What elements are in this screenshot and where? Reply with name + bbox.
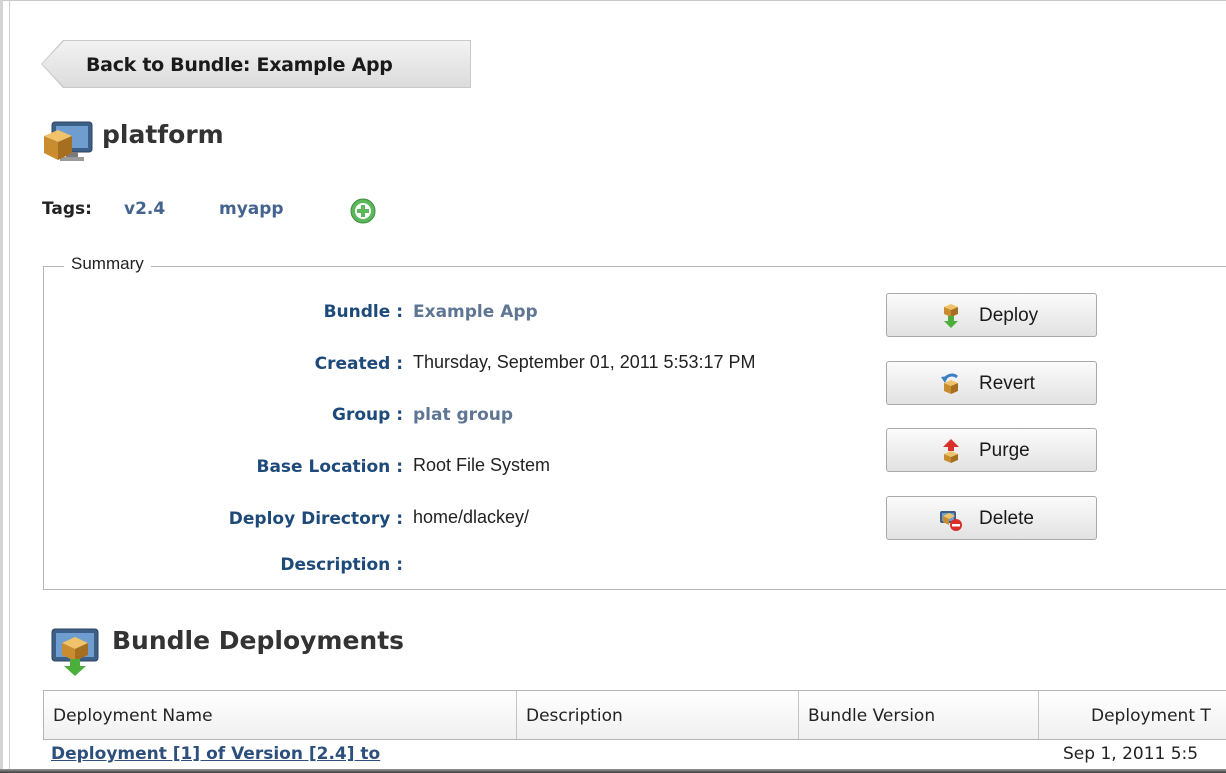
- deploy-directory-label: Deploy Directory :: [228, 509, 403, 529]
- bundle-destination-icon: [44, 121, 93, 161]
- group-label: Group :: [331, 405, 403, 425]
- created-value: Thursday, September 01, 2011 5:53:17 PM: [413, 352, 756, 372]
- deploy-icon: [944, 304, 958, 328]
- back-button-label: Back to Bundle: Example App: [86, 54, 393, 76]
- description-label: Description :: [280, 555, 403, 575]
- column-header-bundle-version[interactable]: Bundle Version: [799, 691, 1039, 739]
- revert-icon: [941, 373, 959, 394]
- delete-icon: [940, 511, 962, 531]
- created-label: Created :: [314, 354, 403, 374]
- tag-item[interactable]: v2.4: [124, 199, 165, 219]
- deploy-directory-value: home/dlackey/: [413, 507, 530, 527]
- deployment-time-cell: Sep 1, 2011 5:5: [1063, 744, 1199, 764]
- bundle-value-link[interactable]: Example App: [413, 302, 538, 322]
- deploy-button-label: Deploy: [979, 305, 1039, 326]
- column-header-deployment-name[interactable]: Deployment Name: [44, 691, 517, 739]
- tags-label: Tags:: [42, 199, 92, 219]
- bottom-shadow: [0, 769, 1226, 773]
- purge-button[interactable]: Purge: [886, 428, 1097, 472]
- deploy-button[interactable]: Deploy: [886, 293, 1097, 337]
- back-to-bundle-button[interactable]: Back to Bundle: Example App: [42, 41, 470, 87]
- purge-icon: [943, 439, 959, 463]
- bundle-label: Bundle :: [323, 302, 403, 322]
- base-location-value: Root File System: [413, 455, 551, 475]
- purge-button-label: Purge: [979, 440, 1030, 461]
- left-divider: [9, 0, 10, 773]
- tag-item[interactable]: myapp: [219, 199, 284, 219]
- revert-button-label: Revert: [979, 373, 1035, 394]
- bundle-deployments-icon: [51, 628, 99, 676]
- page-title: platform: [102, 120, 224, 149]
- section-title: Bundle Deployments: [112, 626, 405, 655]
- add-circle-icon[interactable]: [350, 198, 376, 224]
- summary-legend: Summary: [64, 254, 151, 274]
- base-location-label: Base Location :: [256, 457, 403, 477]
- deployments-table-header: Deployment Name Description Bundle Versi…: [43, 690, 1226, 740]
- left-border: [0, 0, 3, 773]
- delete-button[interactable]: Delete: [886, 496, 1097, 540]
- delete-button-label: Delete: [979, 508, 1034, 529]
- column-header-deployment-time[interactable]: Deployment T: [1039, 691, 1226, 739]
- column-header-description[interactable]: Description: [517, 691, 799, 739]
- revert-button[interactable]: Revert: [886, 361, 1097, 405]
- group-value-link[interactable]: plat group: [413, 405, 513, 425]
- deployment-name-link[interactable]: Deployment [1] of Version [2.4] to: [51, 744, 380, 764]
